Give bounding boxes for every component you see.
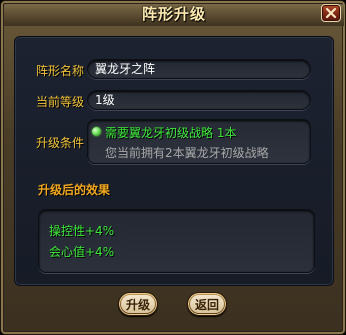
effect-line: 操控性+4% bbox=[49, 224, 115, 238]
window-title: 阵形升级 bbox=[141, 5, 206, 23]
current-level-label: 当前等级 bbox=[36, 95, 85, 109]
current-level-field: 1级 bbox=[87, 90, 311, 110]
upgrade-condition-label: 升级条件 bbox=[36, 136, 85, 150]
back-button-label: 返回 bbox=[190, 295, 224, 313]
condition-requirement: 需要翼龙牙初级战略 1本 bbox=[105, 126, 237, 140]
close-icon bbox=[325, 7, 337, 19]
effects-title: 升级后的效果 bbox=[38, 183, 111, 197]
close-button[interactable] bbox=[321, 4, 341, 22]
formation-name-field: 翼龙牙之阵 bbox=[87, 59, 311, 79]
upgrade-button-label: 升级 bbox=[121, 295, 155, 313]
condition-owned: 您当前拥有2本翼龙牙初级战略 bbox=[105, 146, 269, 160]
upgrade-button[interactable]: 升级 bbox=[118, 292, 158, 316]
status-dot-icon bbox=[92, 127, 101, 136]
back-button[interactable]: 返回 bbox=[187, 292, 227, 316]
upgrade-condition-box: 需要翼龙牙初级战略 1本 您当前拥有2本翼龙牙初级战略 bbox=[87, 119, 311, 164]
effects-box: 操控性+4% 会心值+4% bbox=[38, 209, 315, 273]
formation-name-label: 阵形名称 bbox=[36, 64, 85, 78]
formation-upgrade-window: 阵形升级 阵形名称 翼龙牙之阵 当前等级 1级 升级条件 需要翼龙牙初级战略 1… bbox=[0, 0, 346, 335]
effect-line: 会心值+4% bbox=[49, 245, 115, 259]
